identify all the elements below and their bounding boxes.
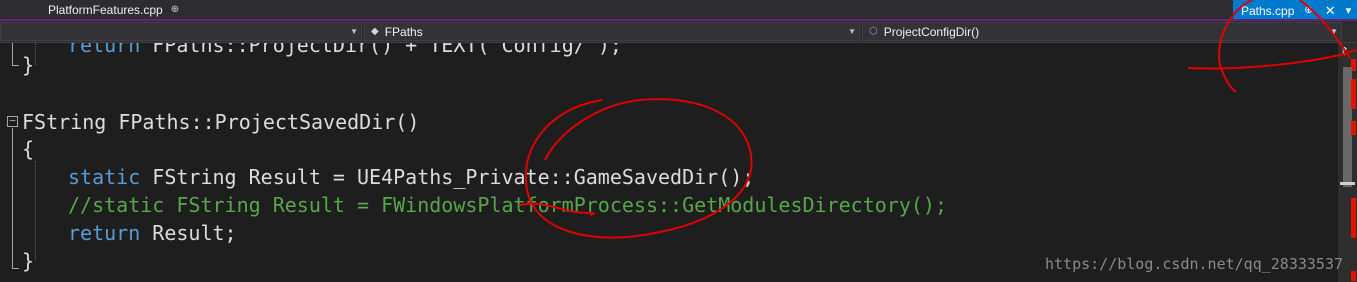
fold-guide (12, 43, 13, 65)
splitter-icon[interactable]: ⇕ (1340, 45, 1349, 58)
member-combo-label: ProjectConfigDir() (883, 24, 980, 39)
fold-guide-end (12, 268, 19, 269)
chevron-down-icon: ▼ (350, 27, 358, 36)
class-icon: ◆ (371, 26, 379, 37)
code-line: static FString Result = UE4Paths_Private… (68, 163, 754, 191)
code-token: FPaths::ProjectDir() + TEXT("Config/"); (152, 43, 622, 57)
error-marker (1351, 198, 1356, 238)
error-marker (1351, 121, 1356, 135)
error-marker (1351, 79, 1356, 109)
pin-icon[interactable]: ⊕ (171, 4, 179, 15)
code-line: return FPaths::ProjectDir() + TEXT("Conf… (68, 43, 622, 59)
tab-label-active: Paths.cpp (1241, 3, 1295, 18)
indent-guide (35, 43, 36, 65)
vertical-scrollbar[interactable]: ⇕ (1338, 43, 1357, 282)
tab-menu-icon[interactable]: ▾ (1346, 4, 1352, 17)
code-line: } (22, 53, 35, 77)
comment-line: //static FString Result = FWindowsPlatfo… (68, 193, 947, 217)
pin-icon[interactable]: ⊕ (1304, 5, 1312, 16)
tab-label: PlatformFeatures.cpp (48, 2, 163, 17)
chevron-down-icon: ▼ (1330, 27, 1338, 36)
code-editor[interactable]: return FPaths::ProjectDir() + TEXT("Conf… (0, 43, 1338, 282)
close-icon[interactable]: ✕ (1325, 3, 1336, 19)
navigation-bar: ▼ ◆ FPaths ▼ ⬡ ProjectConfigDir() ▼ (0, 21, 1357, 43)
document-tab-bar: PlatformFeatures.cpp ⊕ Paths.cpp ⊕ ✕ ▾ (0, 0, 1357, 21)
keyword-token: return (68, 43, 153, 57)
code-line: { (22, 137, 35, 161)
tab-paths[interactable]: Paths.cpp ⊕ ✕ ▾ (1233, 0, 1357, 21)
fold-guide (12, 128, 13, 268)
project-combo[interactable]: ▼ (0, 22, 362, 41)
collapse-icon[interactable]: − (7, 115, 18, 127)
error-marker (1351, 271, 1356, 281)
code-token: Result; (140, 221, 237, 245)
member-combo[interactable]: ⬡ ProjectConfigDir() ▼ (862, 22, 1342, 41)
keyword-token: static (68, 165, 141, 189)
tab-platformfeatures[interactable]: PlatformFeatures.cpp ⊕ (0, 0, 179, 19)
code-token: FString Result = UE4Paths_Private::GameS… (140, 165, 755, 189)
chevron-down-icon: ▼ (848, 27, 856, 36)
keyword-token: return (68, 221, 141, 245)
scope-combo[interactable]: ◆ FPaths ▼ (364, 22, 860, 41)
fold-guide-end (12, 65, 19, 66)
code-line: } (22, 249, 35, 273)
watermark-url: https://blog.csdn.net/qq_28333537 (1044, 255, 1343, 273)
method-icon: ⬡ (869, 26, 878, 37)
code-line: FString FPaths::ProjectSavedDir() (22, 110, 420, 134)
scope-combo-label: FPaths (384, 24, 423, 39)
code-line: return Result; (68, 219, 237, 247)
caret-position-marker (1340, 182, 1355, 185)
indent-guide (35, 161, 36, 261)
